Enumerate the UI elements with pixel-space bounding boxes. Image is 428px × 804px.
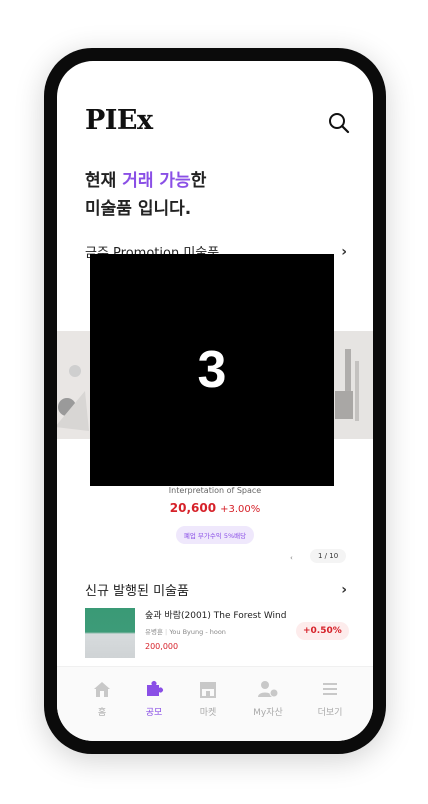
pager-prev-button[interactable]: ‹: [290, 554, 293, 562]
headline-suffix: 한: [190, 171, 207, 191]
tab-label: My자산: [253, 708, 283, 718]
headline-line2: 미술품 입니다.: [85, 199, 192, 219]
artwork-title: 숲과 바람(2001) The Forest Wind: [145, 611, 287, 621]
tab-offering[interactable]: 공모: [129, 679, 179, 718]
tab-label: 공모: [145, 708, 163, 718]
menu-icon: [323, 683, 337, 695]
artwork-rate-badge: +0.50%: [296, 622, 349, 640]
app-screen: PIEx 현재 거래 가능한 미술품 입니다. 금주 Promotion 미술품…: [57, 61, 373, 741]
dividend-badge: 폐업 부가수익 5%배당: [175, 526, 255, 544]
search-icon: [329, 113, 350, 134]
search-button[interactable]: [327, 111, 351, 135]
new-section-header[interactable]: 신규 발행된 미술품 ›: [85, 580, 347, 600]
chevron-right-icon[interactable]: ›: [341, 244, 347, 260]
artwork-price: 200,000: [145, 642, 179, 651]
overlay-number: 3: [197, 341, 227, 399]
page-headline: 현재 거래 가능한 미술품 입니다.: [85, 167, 206, 223]
promotion-price: 20,600: [169, 501, 217, 515]
user-coin-icon: [258, 681, 279, 698]
tab-label: 더보기: [317, 708, 343, 718]
promotion-badge-wrap: 폐업 부가수익 5%배당: [57, 523, 373, 544]
new-section-title: 신규 발행된 미술품: [85, 584, 189, 599]
headline-prefix: 현재: [85, 171, 123, 191]
tab-my-assets[interactable]: My자산: [243, 679, 293, 718]
list-item[interactable]: 숲과 바람(2001) The Forest Wind 유병훈 | You By…: [85, 608, 349, 660]
tab-home[interactable]: 홈: [77, 679, 127, 718]
headline-accent: 거래 가능: [122, 171, 191, 191]
tab-label: 홈: [97, 708, 107, 718]
bottom-tab-bar: 홈 공모 마켓 My자산 더보기: [57, 666, 373, 741]
carousel-pager: 1 / 10: [310, 549, 347, 563]
phone-frame: PIEx 현재 거래 가능한 미술품 입니다. 금주 Promotion 미술품…: [44, 48, 386, 754]
tab-more[interactable]: 더보기: [305, 679, 355, 718]
promotion-price-row: 20,600 +3.00%: [57, 501, 373, 515]
promotion-artwork-overlay[interactable]: 3: [90, 254, 334, 486]
store-icon: [200, 682, 216, 698]
artwork-thumbnail: [85, 608, 135, 658]
tab-label: 마켓: [199, 708, 217, 718]
tab-market[interactable]: 마켓: [183, 679, 233, 718]
artist-name: 유병훈 | You Byung - hoon: [145, 628, 226, 636]
chevron-right-icon[interactable]: ›: [341, 582, 347, 598]
puzzle-icon: [147, 681, 163, 696]
home-icon: [94, 682, 110, 697]
app-logo: PIEx: [85, 105, 153, 136]
promotion-rate: +3.00%: [220, 504, 261, 515]
promotion-artwork-title: Interpretation of Space: [168, 486, 262, 495]
